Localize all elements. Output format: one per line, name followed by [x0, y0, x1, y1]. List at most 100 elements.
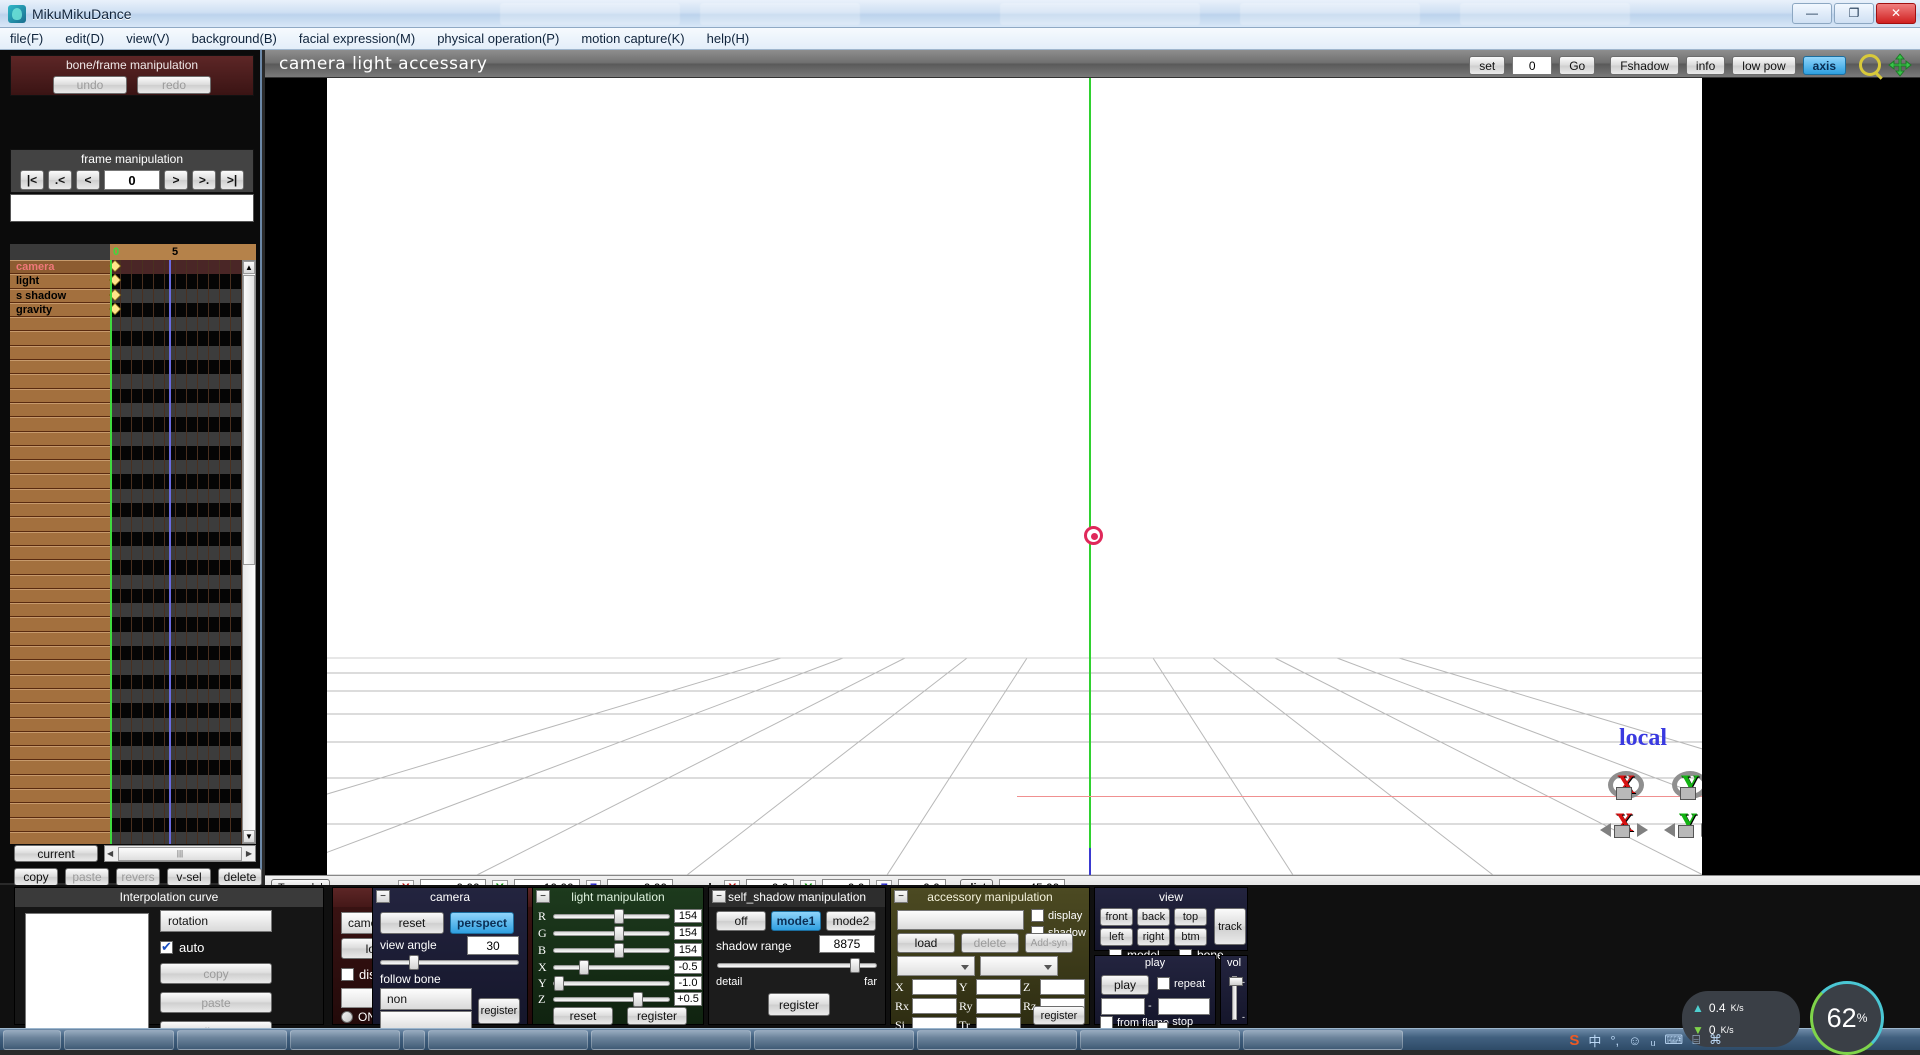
timeline-row[interactable] — [10, 660, 242, 674]
camera-perspect-button[interactable]: perspect — [450, 912, 514, 934]
revers-button[interactable]: revers — [116, 868, 160, 886]
timeline-row[interactable] — [10, 703, 242, 717]
axis-gizmo-move-row[interactable]: X Y Z — [1603, 806, 1702, 840]
timeline-row[interactable] — [10, 546, 242, 560]
slider-thumb[interactable] — [850, 958, 860, 973]
timeline-row[interactable] — [10, 589, 242, 603]
timeline-row-cells[interactable] — [110, 703, 242, 717]
light-value-r[interactable]: 154 — [674, 909, 702, 923]
taskbar-item[interactable] — [917, 1030, 1077, 1050]
accessory-ry-input[interactable] — [976, 998, 1021, 1014]
timeline-row[interactable] — [10, 617, 242, 631]
view-angle-slider[interactable] — [380, 960, 519, 965]
scroll-up-arrow[interactable]: ▲ — [243, 261, 255, 274]
timeline-row-cells[interactable] — [110, 617, 242, 631]
taskbar[interactable]: ▲ 0.4 K/s ▼ 0 K/s 62% S 中 °, ☺ ᵤ ⌨ ⌸ ⌘ — [0, 1028, 1920, 1050]
timeline-row[interactable] — [10, 403, 242, 417]
camera-reset-button[interactable]: reset — [380, 912, 444, 934]
accessory-z-input[interactable] — [1040, 979, 1085, 995]
system-tray[interactable]: S 中 °, ☺ ᵤ ⌨ ⌸ ⌘ — [1569, 1029, 1920, 1051]
timeline-row[interactable] — [10, 432, 242, 446]
view-btm-button[interactable]: btm — [1174, 928, 1207, 946]
timeline-row-cells[interactable] — [110, 832, 242, 844]
timeline-row[interactable] — [10, 675, 242, 689]
timeline-row-cells[interactable] — [110, 446, 242, 460]
timeline-row[interactable] — [10, 760, 242, 774]
timeline-row-light[interactable]: light — [10, 274, 242, 288]
collapse-button[interactable]: − — [894, 890, 908, 903]
slider-thumb[interactable] — [554, 976, 564, 991]
timeline-row-cells[interactable] — [110, 760, 242, 774]
network-icon[interactable]: ⌘ — [1709, 1032, 1912, 1048]
light-register-button[interactable]: register — [627, 1007, 687, 1025]
goto-first-frame-button[interactable]: |< — [20, 170, 44, 190]
view-front-button[interactable]: front — [1100, 908, 1133, 926]
accessory-delete-button[interactable]: delete — [961, 933, 1019, 953]
scroll-right-arrow[interactable]: ▶ — [246, 849, 252, 858]
info-button[interactable]: info — [1686, 56, 1725, 75]
slider-thumb[interactable] — [614, 909, 624, 924]
shadow-mode1-button[interactable]: mode1 — [771, 911, 821, 931]
timeline-row[interactable] — [10, 732, 242, 746]
menu-view[interactable]: view(V) — [126, 31, 169, 46]
menu-facial-expression[interactable]: facial expression(M) — [299, 31, 415, 46]
slider-track[interactable] — [553, 997, 670, 1002]
view-right-button[interactable]: right — [1137, 928, 1170, 946]
frame-jump-input[interactable]: 0 — [1512, 56, 1552, 75]
handle-cube[interactable] — [1680, 787, 1696, 800]
timeline-row[interactable] — [10, 775, 242, 789]
maximize-button[interactable]: ❐ — [1834, 3, 1874, 24]
interpolation-curve-canvas[interactable] — [25, 913, 149, 1030]
timeline-row[interactable] — [10, 818, 242, 832]
checkbox-icon[interactable] — [1157, 977, 1170, 990]
light-value-y[interactable]: -1.0 — [674, 976, 702, 990]
timeline-horizontal-scrollbar[interactable]: ◀ ||| ▶ — [104, 845, 256, 862]
light-slider-x[interactable] — [553, 960, 670, 974]
timeline-row-cells[interactable] — [110, 775, 242, 789]
v-sel-button[interactable]: v-sel — [167, 868, 211, 886]
light-slider-y[interactable] — [553, 976, 670, 990]
timeline-row-cells[interactable] — [110, 274, 242, 288]
checkbox-icon[interactable] — [1031, 909, 1044, 922]
collapse-button[interactable]: − — [712, 890, 726, 903]
shadow-register-button[interactable]: register — [768, 993, 830, 1016]
timeline-row-cells[interactable] — [110, 560, 242, 574]
timeline-row-cells[interactable] — [110, 746, 242, 760]
taskbar-item[interactable] — [591, 1030, 751, 1050]
taskbar-item[interactable] — [403, 1030, 425, 1050]
taskbar-item[interactable] — [428, 1030, 588, 1050]
taskbar-item[interactable] — [1080, 1030, 1240, 1050]
move-icon[interactable] — [1888, 53, 1912, 77]
timeline-row-cells[interactable] — [110, 317, 242, 331]
accessory-register-button[interactable]: register — [1033, 1006, 1085, 1025]
timeline-row-cells[interactable] — [110, 289, 242, 303]
accessory-select[interactable] — [897, 910, 1024, 930]
model-on-row[interactable]: ON — [341, 1010, 376, 1024]
axis-button[interactable]: axis — [1803, 56, 1846, 75]
light-value-x[interactable]: -0.5 — [674, 960, 702, 974]
menu-motion-capture[interactable]: motion capture(K) — [581, 31, 684, 46]
timeline-row[interactable] — [10, 532, 242, 546]
slider-track[interactable] — [553, 981, 670, 986]
timeline-row-cells[interactable] — [110, 646, 242, 660]
timeline-row[interactable] — [10, 575, 242, 589]
close-button[interactable]: ✕ — [1876, 3, 1916, 24]
timeline-row[interactable] — [10, 346, 242, 360]
redo-button[interactable]: redo — [137, 76, 211, 94]
interpolation-auto-checkbox[interactable]: auto — [160, 940, 315, 955]
taskbar-item[interactable] — [64, 1030, 174, 1050]
light-value-z[interactable]: +0.5 — [674, 992, 702, 1006]
timeline-row[interactable] — [10, 746, 242, 760]
slider-track[interactable] — [553, 965, 670, 970]
volume-slider[interactable] — [1232, 976, 1237, 1020]
go-button[interactable]: Go — [1559, 56, 1595, 75]
timeline-row[interactable] — [10, 789, 242, 803]
menu-file[interactable]: file(F) — [10, 31, 43, 46]
scroll-thumb-h[interactable]: ||| — [118, 847, 242, 861]
toolbox-icon[interactable]: ⌸ — [1692, 1032, 1700, 1048]
view-back-button[interactable]: back — [1137, 908, 1170, 926]
interp-paste-button[interactable]: paste — [160, 992, 272, 1013]
accessory-rx-input[interactable] — [912, 998, 957, 1014]
taskbar-item[interactable] — [1243, 1030, 1403, 1050]
timeline-row-cells[interactable] — [110, 603, 242, 617]
